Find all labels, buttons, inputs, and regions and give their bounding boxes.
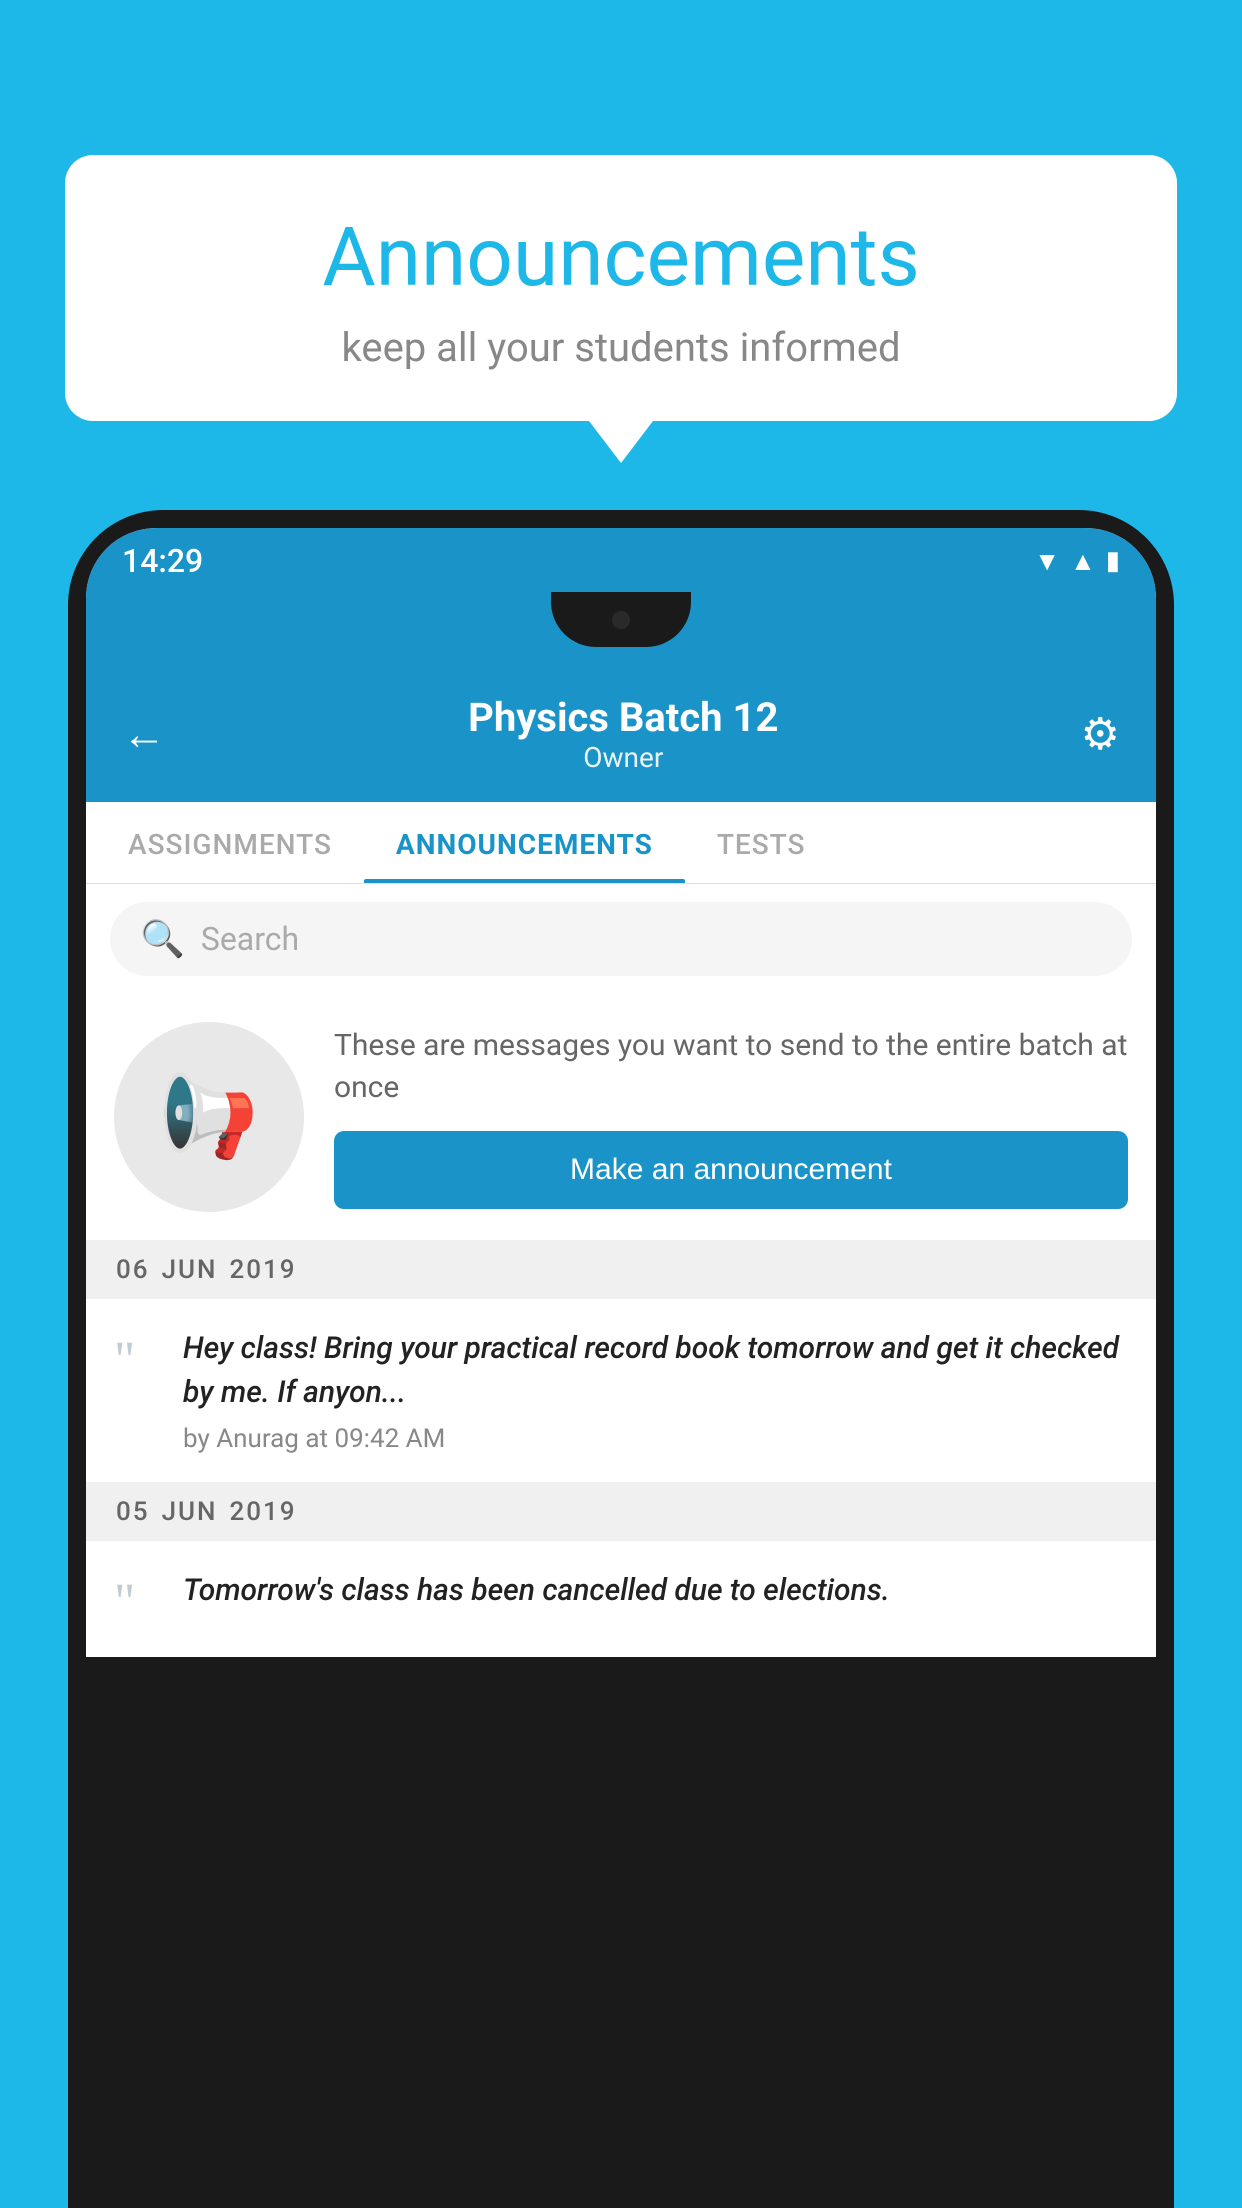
phone-wrapper: 14:29 ▼ ▲ ▮ ← Physics Batch 12 Owner [68,510,1174,2208]
tab-tests[interactable]: TESTS [685,802,838,883]
date-separator-1: 06 JUN 2019 [86,1241,1156,1299]
announcement-item-1[interactable]: " Hey class! Bring your practical record… [86,1299,1156,1483]
date-month-2: JUN [162,1497,218,1527]
date-day-1: 06 [116,1255,150,1285]
back-button[interactable]: ← [122,708,166,760]
tab-assignments[interactable]: ASSIGNMENTS [96,802,364,883]
camera-dot [612,611,630,629]
empty-state: 📢 These are messages you want to send to… [86,994,1156,1241]
status-time: 14:29 [122,542,203,580]
date-year-2: 2019 [229,1497,296,1527]
notch [551,592,691,647]
status-bar: 14:29 ▼ ▲ ▮ [86,528,1156,592]
announcement-content-2: Tomorrow's class has been cancelled due … [183,1569,1128,1623]
tabs-row: ASSIGNMENTS ANNOUNCEMENTS TESTS [86,802,1156,884]
make-announcement-button[interactable]: Make an announcement [334,1131,1128,1209]
date-day-2: 05 [116,1497,150,1527]
app-bar-title: Physics Batch 12 [468,694,778,741]
megaphone-circle: 📢 [114,1022,304,1212]
quote-icon-1: " [114,1335,159,1387]
speech-bubble-subtitle: keep all your students informed [125,324,1117,371]
app-bar: ← Physics Batch 12 Owner ⚙ [86,672,1156,802]
app-bar-center: Physics Batch 12 Owner [468,694,778,774]
announcement-content-1: Hey class! Bring your practical record b… [183,1327,1128,1454]
phone-screen: 14:29 ▼ ▲ ▮ ← Physics Batch 12 Owner [86,528,1156,1657]
speech-bubble-title: Announcements [125,210,1117,306]
speech-bubble-arrow [589,421,653,463]
search-icon: 🔍 [140,918,185,960]
status-icons: ▼ ▲ ▮ [1034,546,1120,577]
date-month-1: JUN [162,1255,218,1285]
tab-announcements[interactable]: ANNOUNCEMENTS [364,802,685,883]
announcement-item-2[interactable]: " Tomorrow's class has been cancelled du… [86,1541,1156,1657]
date-year-1: 2019 [229,1255,296,1285]
announcement-text-2: Tomorrow's class has been cancelled due … [183,1569,1128,1613]
search-bar[interactable]: 🔍 Search [110,902,1132,976]
date-separator-2: 05 JUN 2019 [86,1483,1156,1541]
wifi-icon: ▼ [1034,546,1060,577]
empty-state-right: These are messages you want to send to t… [334,1025,1128,1209]
notch-bar [86,592,1156,672]
announcement-text-1: Hey class! Bring your practical record b… [183,1327,1128,1414]
search-container: 🔍 Search [86,884,1156,994]
quote-icon-2: " [114,1577,159,1629]
empty-state-description: These are messages you want to send to t… [334,1025,1128,1109]
speech-bubble-container: Announcements keep all your students inf… [65,155,1177,463]
megaphone-icon: 📢 [159,1070,259,1164]
app-bar-subtitle: Owner [468,741,778,774]
signal-icon: ▲ [1070,546,1096,577]
announcement-meta-1: by Anurag at 09:42 AM [183,1424,1128,1454]
battery-icon: ▮ [1106,546,1120,576]
speech-bubble: Announcements keep all your students inf… [65,155,1177,421]
gear-icon[interactable]: ⚙ [1081,708,1120,760]
phone-outer: 14:29 ▼ ▲ ▮ ← Physics Batch 12 Owner [68,510,1174,2208]
search-placeholder: Search [201,920,299,958]
